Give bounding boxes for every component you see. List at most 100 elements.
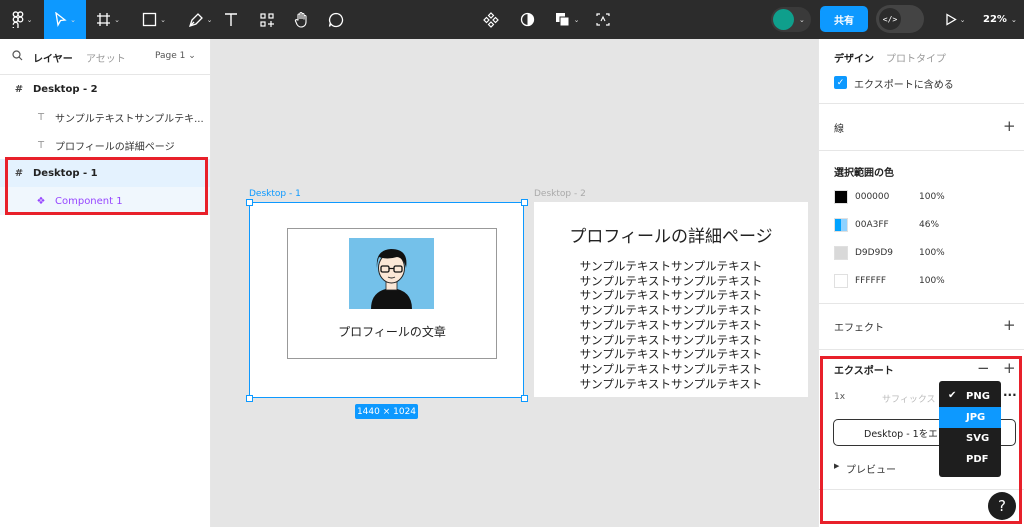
chevron-down-icon: ⌄ bbox=[70, 15, 76, 24]
boolean-button[interactable]: ⌄ bbox=[552, 0, 582, 39]
crop-icon bbox=[596, 13, 610, 26]
play-icon bbox=[945, 13, 957, 26]
color-hex[interactable]: 00A3FF bbox=[855, 220, 889, 230]
sample-text-line: サンプルテキストサンプルテキスト bbox=[579, 347, 763, 362]
include-export-label: エクスポートに含める bbox=[854, 80, 954, 91]
tab-prototype[interactable]: プロトタイプ bbox=[886, 50, 946, 65]
color-swatch-d9d9d9[interactable] bbox=[834, 246, 848, 260]
user-avatar-button[interactable]: ⌄ bbox=[771, 7, 811, 32]
color-swatch-000000[interactable] bbox=[834, 190, 848, 204]
chevron-down-icon: ⌄ bbox=[26, 15, 33, 24]
chevron-down-icon: ⌄ bbox=[1010, 15, 1017, 24]
color-hex[interactable]: FFFFFF bbox=[855, 276, 886, 286]
resize-handle-top-right[interactable] bbox=[521, 199, 528, 206]
color-hex[interactable]: 000000 bbox=[855, 192, 889, 202]
resources-button[interactable] bbox=[256, 0, 278, 39]
dev-mode-toggle[interactable]: </> bbox=[876, 5, 924, 33]
resize-handle-top-left[interactable] bbox=[246, 199, 253, 206]
present-button[interactable]: ⌄ bbox=[940, 0, 970, 39]
frame-label-desktop-2[interactable]: Desktop - 2 bbox=[534, 189, 586, 199]
color-opacity[interactable]: 100% bbox=[919, 276, 945, 286]
figma-logo-icon bbox=[12, 11, 23, 28]
layer-name: プロフィールの詳細ページ bbox=[55, 141, 175, 153]
tab-assets[interactable]: アセット bbox=[86, 50, 126, 65]
comment-tool-button[interactable] bbox=[324, 0, 348, 39]
resize-handle-bottom-left[interactable] bbox=[246, 395, 253, 402]
frame-tool-button[interactable]: ⌄ bbox=[86, 0, 130, 39]
chevron-down-icon: ⌄ bbox=[206, 15, 213, 24]
share-button[interactable]: 共有 bbox=[820, 6, 868, 32]
sample-text-line: サンプルテキストサンプルテキスト bbox=[579, 361, 763, 376]
component-icon bbox=[483, 11, 499, 28]
code-icon: </> bbox=[879, 8, 901, 30]
layer-name: サンプルテキストサンプルテキ... bbox=[55, 113, 204, 125]
color-swatch-ffffff[interactable] bbox=[834, 274, 848, 288]
shape-tool-icon bbox=[142, 12, 157, 27]
text-tool-icon bbox=[225, 13, 237, 26]
layer-sample-text[interactable]: T サンプルテキストサンプルテキ... bbox=[0, 103, 210, 131]
frame-tool-icon bbox=[97, 13, 111, 26]
sample-text-line: サンプルテキストサンプルテキスト bbox=[579, 317, 763, 332]
resize-handle-bottom-right[interactable] bbox=[521, 395, 528, 402]
person-illustration bbox=[371, 249, 412, 309]
layer-profile-title[interactable]: T プロフィールの詳細ページ bbox=[0, 131, 210, 159]
pen-tool-icon bbox=[188, 12, 203, 27]
add-effect-button[interactable]: + bbox=[1003, 318, 1016, 333]
frame-desktop-2[interactable]: プロフィールの詳細ページ サンプルテキストサンプルテキスト サンプルテキストサン… bbox=[534, 202, 808, 397]
layer-name: Desktop - 2 bbox=[33, 83, 98, 95]
chevron-down-icon: ⌄ bbox=[573, 15, 580, 24]
main-menu-button[interactable]: ⌄ bbox=[0, 0, 44, 39]
sample-text-line: サンプルテキストサンプルテキスト bbox=[579, 332, 763, 347]
selection-colors-title: 選択範囲の色 bbox=[834, 168, 894, 179]
add-stroke-button[interactable]: + bbox=[1003, 119, 1016, 134]
color-opacity[interactable]: 100% bbox=[919, 192, 945, 202]
page-selector[interactable]: Page 1 ⌄ bbox=[155, 51, 196, 61]
pen-tool-button[interactable]: ⌄ bbox=[178, 0, 222, 39]
mask-icon bbox=[520, 12, 534, 27]
toolbar: ⌄ ⌄ ⌄ ⌄ ⌄ ⌄ ⌄ 共有 </> ⌄ 22% ⌄ bbox=[0, 0, 1024, 39]
boolean-icon bbox=[555, 13, 570, 27]
chevron-down-icon: ⌄ bbox=[799, 15, 805, 24]
divider bbox=[819, 303, 1024, 304]
frame-label-desktop-1[interactable]: Desktop - 1 bbox=[249, 189, 301, 199]
text-layer-icon: T bbox=[37, 139, 45, 151]
sample-text-line: サンプルテキストサンプルテキスト bbox=[579, 376, 763, 391]
size-badge: 1440 × 1024 bbox=[355, 404, 418, 419]
color-swatch-00a3ff[interactable] bbox=[834, 218, 848, 232]
divider bbox=[819, 150, 1024, 151]
divider bbox=[819, 103, 1024, 104]
hand-tool-button[interactable] bbox=[290, 0, 314, 39]
tab-layers[interactable]: レイヤー bbox=[33, 50, 73, 65]
sample-text-line: サンプルテキストサンプルテキスト bbox=[579, 273, 763, 288]
search-icon[interactable] bbox=[12, 50, 23, 61]
mask-button[interactable] bbox=[516, 0, 538, 39]
sample-text-line: サンプルテキストサンプルテキスト bbox=[579, 259, 763, 273]
color-opacity[interactable]: 100% bbox=[919, 248, 945, 258]
text-layer-icon: T bbox=[37, 111, 45, 123]
avatar bbox=[773, 9, 794, 30]
zoom-menu[interactable]: 22% ⌄ bbox=[983, 0, 1017, 39]
stroke-section-title: 線 bbox=[834, 124, 844, 135]
include-export-checkbox[interactable]: ✓ bbox=[834, 76, 847, 89]
move-tool-button[interactable]: ⌄ bbox=[44, 0, 86, 39]
color-hex[interactable]: D9D9D9 bbox=[855, 248, 893, 258]
help-button[interactable]: ? bbox=[988, 492, 1016, 520]
text-tool-button[interactable] bbox=[220, 0, 242, 39]
zoom-value: 22% bbox=[983, 14, 1007, 25]
layers-panel: レイヤー アセット Page 1 ⌄ # Desktop - 2 T サンプルテ… bbox=[0, 39, 211, 527]
layer-desktop-2[interactable]: # Desktop - 2 bbox=[0, 75, 210, 103]
resources-icon bbox=[260, 12, 274, 27]
sample-text-block: サンプルテキストサンプルテキスト サンプルテキストサンプルテキスト サンプルテキ… bbox=[534, 259, 808, 391]
hand-tool-icon bbox=[294, 11, 307, 28]
sample-text-line: サンプルテキストサンプルテキスト bbox=[579, 288, 763, 303]
crop-button[interactable] bbox=[592, 0, 614, 39]
profile-detail-title: プロフィールの詳細ページ bbox=[569, 227, 773, 247]
comment-icon bbox=[328, 12, 344, 27]
layers-panel-tabs: レイヤー アセット Page 1 ⌄ bbox=[0, 39, 210, 75]
color-opacity[interactable]: 46% bbox=[919, 220, 939, 230]
create-component-button[interactable] bbox=[480, 0, 502, 39]
tab-design[interactable]: デザイン bbox=[834, 50, 874, 65]
effects-section-title: エフェクト bbox=[834, 323, 884, 334]
frame-icon: # bbox=[14, 83, 24, 95]
shape-tool-button[interactable]: ⌄ bbox=[132, 0, 176, 39]
